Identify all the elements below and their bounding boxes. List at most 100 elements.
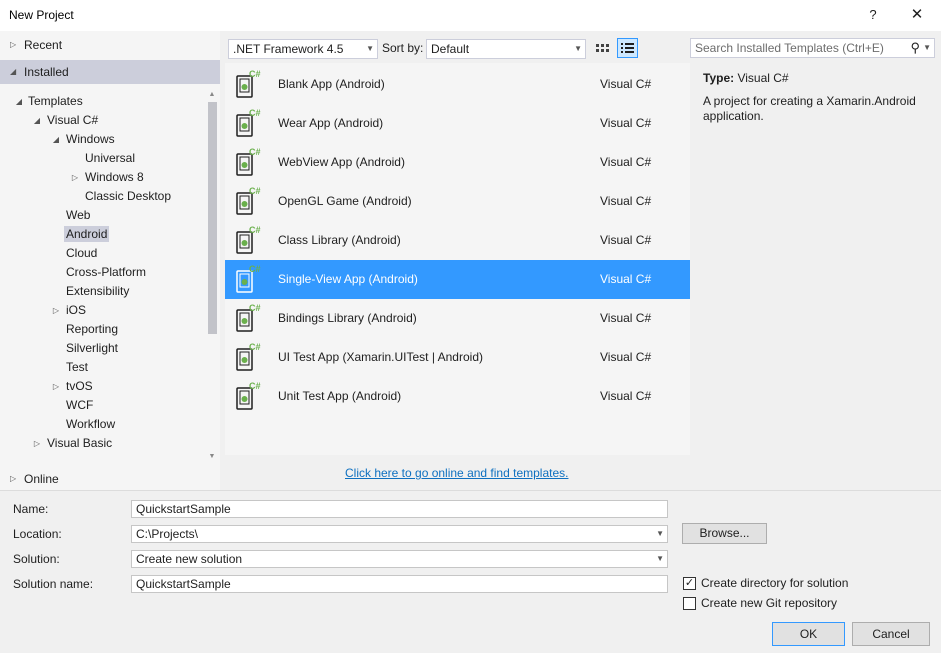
- template-list: C# Blank App (Android) Visual C# C# Wear App…: [225, 63, 690, 455]
- nav-installed-label: Installed: [24, 65, 69, 79]
- name-field[interactable]: QuickstartSample: [131, 500, 668, 518]
- template-name: OpenGL Game (Android): [278, 194, 412, 208]
- small-icons-view-button[interactable]: [594, 40, 611, 58]
- template-name: WebView App (Android): [278, 155, 405, 169]
- template-name: Unit Test App (Android): [278, 389, 402, 403]
- template-name: Wear App (Android): [278, 116, 384, 130]
- scroll-down-arrow-icon[interactable]: ▼: [206, 453, 218, 463]
- template-language: Visual C#: [600, 233, 652, 247]
- svg-text:C#: C#: [249, 381, 261, 391]
- template-tree: ◢ Templates ◢ Visual C# ◢ Windows Universal…: [0, 91, 205, 463]
- svg-text:C#: C#: [249, 303, 261, 313]
- template-row[interactable]: C# UI Test App (Xamarin.UITest | Android)…: [225, 338, 690, 377]
- template-name: Class Library (Android): [278, 233, 401, 247]
- expand-arrow-icon: ▷: [52, 306, 60, 315]
- template-name: UI Test App (Xamarin.UITest | Android): [278, 350, 483, 364]
- description-type-value: Visual C#: [737, 71, 789, 85]
- template-row[interactable]: C# Class Library (Android) Visual C#: [225, 221, 690, 260]
- tree-item-windows8[interactable]: ▷ Windows 8: [70, 168, 144, 187]
- tree-scrollbar-thumb[interactable]: [208, 102, 217, 334]
- description-type: Type: Visual C#: [703, 71, 789, 85]
- collapse-arrow-icon: ◢: [10, 67, 17, 76]
- template-language: Visual C#: [600, 272, 652, 286]
- template-language: Visual C#: [600, 389, 652, 403]
- template-row[interactable]: C# Blank App (Android) Visual C#: [225, 65, 690, 104]
- tree-item-cross-platform[interactable]: Cross-Platform: [66, 263, 146, 282]
- svg-text:C#: C#: [249, 186, 261, 196]
- template-language: Visual C#: [600, 194, 652, 208]
- tree-item-cloud[interactable]: Cloud: [66, 244, 97, 263]
- template-row[interactable]: C# Bindings Library (Android) Visual C#: [225, 299, 690, 338]
- search-input[interactable]: Search Installed Templates (Ctrl+E) ⚲ ▼: [690, 38, 935, 58]
- template-language: Visual C#: [600, 77, 652, 91]
- nav-recent[interactable]: ▷ Recent: [0, 33, 220, 57]
- tree-item-windows[interactable]: ◢ Windows: [51, 130, 115, 149]
- expand-arrow-icon: ▷: [10, 40, 17, 49]
- tree-item-visual-basic[interactable]: ▷ Visual Basic: [32, 434, 112, 453]
- template-language: Visual C#: [600, 350, 652, 364]
- android-class-library-icon: C#: [235, 225, 263, 255]
- nav-installed[interactable]: ◢ Installed: [0, 60, 220, 84]
- browse-button[interactable]: Browse...: [682, 523, 767, 544]
- framework-select-value: .NET Framework 4.5: [233, 42, 344, 56]
- name-label: Name:: [13, 502, 49, 516]
- framework-select[interactable]: .NET Framework 4.5 ▼: [228, 39, 378, 59]
- tree-item-universal[interactable]: Universal: [85, 149, 135, 168]
- template-language: Visual C#: [600, 155, 652, 169]
- tree-item-tvos[interactable]: ▷ tvOS: [51, 377, 93, 396]
- close-button[interactable]: ✕: [903, 4, 931, 26]
- tree-item-wcf[interactable]: WCF: [66, 396, 93, 415]
- svg-text:C#: C#: [249, 225, 261, 235]
- grid-view-icon: [596, 44, 609, 52]
- tree-item-ios[interactable]: ▷ iOS: [51, 301, 86, 320]
- template-row[interactable]: C# OpenGL Game (Android) Visual C#: [225, 182, 690, 221]
- svg-text:C#: C#: [249, 108, 261, 118]
- template-language: Visual C#: [600, 311, 652, 325]
- tree-item-extensibility[interactable]: Extensibility: [66, 282, 129, 301]
- location-combo[interactable]: C:\Projects\ ▼: [131, 525, 668, 543]
- template-name: Blank App (Android): [278, 77, 385, 91]
- description-text: A project for creating a Xamarin.Android…: [703, 94, 916, 123]
- sort-by-select[interactable]: Default ▼: [426, 39, 586, 59]
- android-bindings-library-icon: C#: [235, 303, 263, 333]
- template-row[interactable]: C# Single-View App (Android) Visual C#: [225, 260, 690, 299]
- git-repository-checkbox[interactable]: [683, 597, 696, 610]
- ok-button[interactable]: OK: [772, 622, 845, 646]
- list-view-button[interactable]: [617, 38, 638, 58]
- search-placeholder: Search Installed Templates (Ctrl+E): [695, 41, 884, 55]
- android-ui-test-app-icon: C#: [235, 342, 263, 372]
- tree-item-templates[interactable]: ◢ Templates: [14, 92, 83, 111]
- template-row[interactable]: C# Unit Test App (Android) Visual C#: [225, 377, 690, 416]
- checkmark-icon: ✓: [684, 577, 695, 589]
- solution-name-field[interactable]: QuickstartSample: [131, 575, 668, 593]
- create-directory-checkbox[interactable]: ✓: [683, 577, 696, 590]
- tree-item-web[interactable]: Web: [66, 206, 90, 225]
- tree-item-visual-csharp[interactable]: ◢ Visual C#: [32, 111, 98, 130]
- cancel-button[interactable]: Cancel: [852, 622, 930, 646]
- online-templates-link[interactable]: Click here to go online and find templat…: [345, 466, 568, 480]
- chevron-down-icon[interactable]: ▼: [656, 551, 664, 567]
- scroll-up-arrow-icon[interactable]: ▲: [206, 91, 218, 101]
- android-blank-app-icon: C#: [235, 69, 263, 99]
- nav-online-label: Online: [24, 472, 59, 486]
- chevron-down-icon[interactable]: ▼: [656, 526, 664, 542]
- tree-item-test[interactable]: Test: [66, 358, 88, 377]
- tree-item-android[interactable]: Android: [64, 225, 110, 244]
- template-row[interactable]: C# Wear App (Android) Visual C#: [225, 104, 690, 143]
- tree-item-silverlight[interactable]: Silverlight: [66, 339, 118, 358]
- nav-online[interactable]: ▷ Online: [0, 467, 220, 491]
- help-button[interactable]: ?: [860, 4, 886, 26]
- window-title: New Project: [9, 8, 74, 22]
- tree-item-workflow[interactable]: Workflow: [66, 415, 115, 434]
- template-row[interactable]: C# WebView App (Android) Visual C#: [225, 143, 690, 182]
- solution-select[interactable]: Create new solution ▼: [131, 550, 668, 568]
- location-label: Location:: [13, 527, 62, 541]
- solution-name-label: Solution name:: [13, 577, 94, 591]
- tree-item-classic-desktop[interactable]: Classic Desktop: [85, 187, 171, 206]
- chevron-down-icon[interactable]: ▼: [923, 39, 931, 57]
- expand-arrow-icon: ▷: [52, 382, 60, 391]
- tree-item-reporting[interactable]: Reporting: [66, 320, 118, 339]
- search-icon[interactable]: ⚲: [910, 39, 920, 57]
- nav-recent-label: Recent: [24, 38, 63, 52]
- collapse-arrow-icon: ◢: [33, 116, 41, 125]
